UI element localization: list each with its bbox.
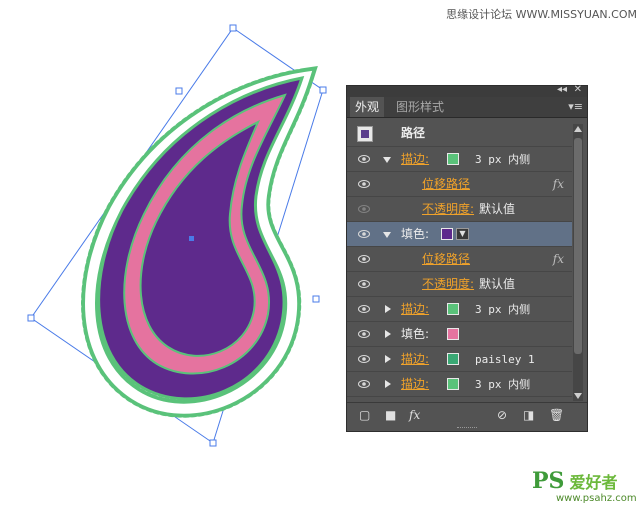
clear-appearance-icon[interactable]: ⊘: [497, 408, 507, 422]
watermark-cn-text: 爱好者: [569, 473, 618, 492]
stroke-swatch[interactable]: [447, 378, 459, 390]
appearance-row-opacity[interactable]: 不透明度: 默认值: [347, 197, 572, 222]
stroke-label[interactable]: 描边:: [401, 347, 429, 372]
fill-label: 填色:: [401, 327, 430, 341]
stroke-value: 3 px 内侧: [475, 153, 531, 166]
appearance-row-fill[interactable]: 填色:: [347, 322, 572, 347]
fx-icon[interactable]: fx: [553, 172, 564, 197]
new-fill-icon[interactable]: ■: [385, 408, 396, 422]
visibility-eye-icon[interactable]: [358, 380, 370, 388]
fx-menu-icon[interactable]: fx: [409, 408, 420, 422]
new-stroke-icon[interactable]: ▢: [359, 408, 370, 422]
watermark-url: www.psahz.com: [556, 493, 637, 504]
scroll-up-icon[interactable]: [574, 126, 582, 132]
watermark-bottom: PS 爱好者 www.psahz.com: [532, 468, 642, 504]
visibility-eye-icon[interactable]: [358, 280, 370, 288]
stroke-swatch[interactable]: [447, 303, 459, 315]
object-type-label: 路径: [401, 126, 426, 140]
appearance-row-stroke[interactable]: 描边: 3 px 内侧: [347, 372, 572, 397]
duplicate-item-icon[interactable]: ◨: [523, 408, 534, 422]
visibility-eye-icon[interactable]: [358, 330, 370, 338]
collapse-panel-icon[interactable]: ◂◂: [557, 84, 567, 96]
watermark-top: 思缘设计论坛 WWW.MISSYUAN.COM: [446, 8, 637, 21]
opacity-link[interactable]: 不透明度:: [422, 197, 474, 222]
stroke-swatch[interactable]: [447, 353, 459, 365]
panel-title-bar[interactable]: ◂◂ ✕: [347, 84, 587, 97]
appearance-row-stroke[interactable]: 描边: 3 px 内侧: [347, 297, 572, 322]
visibility-eye-icon[interactable]: [358, 205, 370, 213]
expand-toggle-icon[interactable]: [385, 355, 391, 363]
expand-toggle-icon[interactable]: [383, 157, 391, 163]
appearance-row-fill-selected[interactable]: 填色: ▼: [347, 222, 572, 247]
resize-grip-icon[interactable]: [457, 427, 477, 431]
fill-swatch[interactable]: [441, 228, 453, 240]
panel-bottom-toolbar: ▢ ■ fx ⊘ ◨ 🗑: [347, 402, 587, 431]
opacity-value: 默认值: [479, 277, 516, 291]
expand-toggle-icon[interactable]: [385, 305, 391, 313]
fx-icon[interactable]: fx: [553, 247, 564, 272]
stroke-label[interactable]: 描边:: [401, 372, 429, 397]
center-point: [189, 236, 194, 241]
opacity-link[interactable]: 不透明度:: [422, 272, 474, 297]
panel-tabs: 外观 图形样式 ▾≡: [347, 97, 587, 118]
tab-graphic-styles[interactable]: 图形样式: [391, 97, 449, 117]
stroke-value: 3 px 内侧: [475, 378, 531, 391]
appearance-header-row[interactable]: 路径: [347, 121, 572, 147]
stroke-label[interactable]: 描边:: [401, 147, 429, 172]
visibility-eye-icon[interactable]: [358, 355, 370, 363]
opacity-value: 默认值: [479, 202, 516, 216]
tab-appearance[interactable]: 外观: [350, 97, 385, 117]
offset-path-effect-link[interactable]: 位移路径: [422, 247, 470, 272]
scroll-down-icon[interactable]: [574, 393, 582, 399]
visibility-eye-icon[interactable]: [358, 255, 370, 263]
brush-name-value: paisley 1: [475, 353, 535, 366]
close-panel-icon[interactable]: ✕: [574, 84, 582, 96]
visibility-eye-icon[interactable]: [358, 180, 370, 188]
appearance-panel: ◂◂ ✕ 外观 图形样式 ▾≡ 路径 描边: 3 px 内侧 位移路径 fx 不…: [346, 84, 588, 432]
appearance-row-effect[interactable]: 位移路径 fx: [347, 172, 572, 197]
expand-toggle-icon[interactable]: [385, 380, 391, 388]
fill-swatch[interactable]: [447, 328, 459, 340]
visibility-eye-icon[interactable]: [358, 305, 370, 313]
watermark-ps-logo: PS: [532, 468, 565, 494]
fill-label: 填色:: [401, 227, 430, 241]
appearance-list: 路径 描边: 3 px 内侧 位移路径 fx 不透明度: 默认值 填色: ▼ 位…: [347, 121, 572, 403]
expand-toggle-icon[interactable]: [385, 330, 391, 338]
appearance-row-stroke[interactable]: 描边: 3 px 内侧: [347, 147, 572, 172]
path-thumbnail-icon: [357, 126, 373, 142]
visibility-eye-icon[interactable]: [358, 230, 370, 238]
paisley-artwork[interactable]: [0, 0, 345, 460]
appearance-row-effect[interactable]: 位移路径 fx: [347, 247, 572, 272]
stroke-label[interactable]: 描边:: [401, 297, 429, 322]
scroll-thumb[interactable]: [574, 138, 582, 354]
expand-toggle-icon[interactable]: [383, 232, 391, 238]
offset-path-effect-link[interactable]: 位移路径: [422, 172, 470, 197]
stroke-swatch[interactable]: [447, 153, 459, 165]
delete-item-icon[interactable]: 🗑: [549, 408, 564, 422]
appearance-row-stroke[interactable]: 描边: paisley 1: [347, 347, 572, 372]
appearance-row-opacity[interactable]: 不透明度: 默认值: [347, 272, 572, 297]
panel-menu-icon[interactable]: ▾≡: [568, 100, 583, 113]
visibility-eye-icon[interactable]: [358, 155, 370, 163]
panel-scrollbar[interactable]: [573, 124, 583, 401]
stroke-value: 3 px 内侧: [475, 303, 531, 316]
fill-dropdown-chevron-icon[interactable]: ▼: [456, 228, 469, 240]
